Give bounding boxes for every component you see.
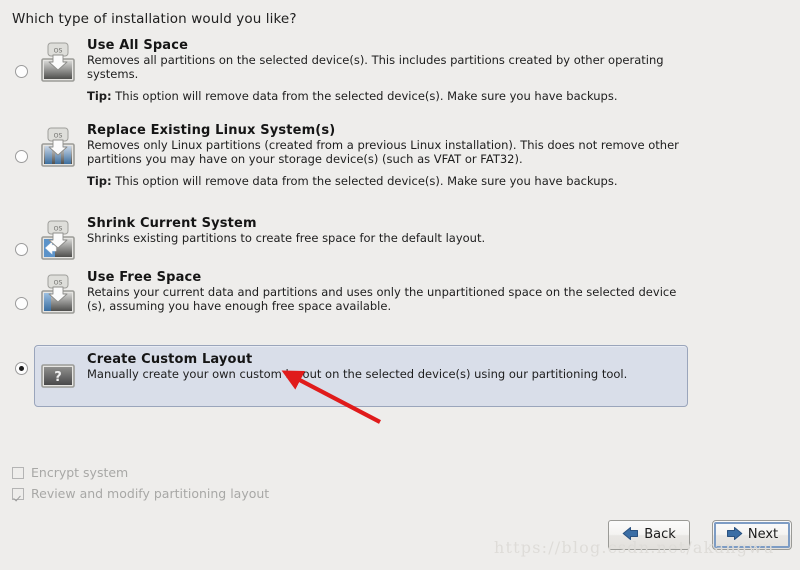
option-title: Replace Existing Linux System(s) (87, 123, 336, 138)
svg-text:OS: OS (54, 133, 63, 140)
option-tip-label: Tip: (87, 89, 112, 104)
os-replace-linux-icon: OS (39, 127, 79, 169)
checkbox-label-review-modify-partitioning: Review and modify partitioning layout (31, 486, 270, 501)
option-tip: Tip: This option will remove data from t… (87, 89, 683, 104)
option-description: Manually create your own custom layout o… (87, 367, 628, 381)
option-text-create-custom-layout: Create Custom Layout Manually create your… (87, 352, 683, 382)
svg-text:OS: OS (54, 280, 63, 287)
svg-text:OS: OS (54, 226, 63, 233)
option-tip-text: This option will remove data from the se… (111, 89, 618, 104)
option-description: Removes all partitions on the selected d… (87, 53, 664, 81)
radio-use-free-space[interactable] (15, 297, 28, 310)
option-panel-replace-existing-linux[interactable]: OS Replace Existing Linux System(s) Remove… (34, 118, 688, 196)
option-tip: Tip: This option will remove data from t… (87, 174, 683, 189)
option-description: Shrinks existing partitions to create fr… (87, 231, 486, 245)
option-text-use-all-space: Use All Space Removes all partitions on t… (87, 38, 683, 104)
option-title: Shrink Current System (87, 216, 257, 231)
option-title: Create Custom Layout (87, 352, 253, 367)
radio-use-all-space[interactable] (15, 65, 28, 78)
os-free-space-icon: OS (39, 274, 79, 316)
installation-option-use-all-space[interactable]: OS Use All Space Removes all partitions on… (0, 33, 800, 111)
radio-create-custom-layout[interactable] (15, 362, 28, 375)
watermark-text: https://blog.csdn.net/akangwu (494, 538, 775, 557)
option-description: Removes only Linux partitions (created f… (87, 138, 679, 166)
checkbox-row-encrypt-system: Encrypt system (12, 462, 269, 483)
option-text-replace-existing-linux: Replace Existing Linux System(s) Removes … (87, 123, 683, 189)
option-title: Use Free Space (87, 270, 202, 285)
option-text-use-free-space: Use Free Space Retains your current data … (87, 270, 683, 313)
os-badge: OS (47, 42, 69, 57)
installation-type-screen: Which type of installation would you lik… (0, 0, 800, 570)
option-description: Retains your current data and partitions… (87, 285, 677, 313)
os-badge: OS (47, 127, 69, 142)
installation-option-replace-existing-linux[interactable]: OS Replace Existing Linux System(s) Remove… (0, 118, 800, 196)
svg-text:?: ? (54, 370, 62, 385)
option-panel-use-all-space[interactable]: OS Use All Space Removes all partitions on… (34, 33, 688, 111)
checkbox-row-review-modify-partitioning: Review and modify partitioning layout (12, 483, 269, 504)
os-badge: OS (47, 220, 69, 235)
option-panel-use-free-space[interactable]: OS Use Free Space Retains your current dat… (34, 265, 688, 323)
option-text-shrink-current-system: Shrink Current System Shrinks existing pa… (87, 216, 683, 246)
os-shrink-icon: OS (39, 220, 79, 262)
page-title: Which type of installation would you lik… (12, 11, 297, 27)
option-title: Use All Space (87, 38, 189, 53)
option-tip-label: Tip: (87, 174, 112, 189)
question-mark-disk-icon: ? (39, 356, 79, 398)
option-tip-text: This option will remove data from the se… (111, 174, 618, 189)
os-badge: OS (47, 274, 69, 289)
svg-text:OS: OS (54, 48, 63, 55)
additional-options-group: Encrypt system Review and modify partitio… (12, 462, 269, 504)
radio-shrink-current-system[interactable] (15, 243, 28, 256)
option-panel-create-custom-layout[interactable]: ? Create Custom Layout Manually create you… (34, 345, 688, 407)
installation-option-shrink-current-system[interactable]: OS Shrink Current System Shrinks existing … (0, 211, 800, 269)
checkbox-encrypt-system (12, 466, 24, 479)
installation-option-create-custom-layout[interactable]: ? Create Custom Layout Manually create you… (0, 345, 800, 407)
installation-option-use-free-space[interactable]: OS Use Free Space Retains your current dat… (0, 265, 800, 323)
option-panel-shrink-current-system[interactable]: OS Shrink Current System Shrinks existing … (34, 211, 688, 269)
checkbox-review-modify-partitioning (12, 487, 24, 500)
os-install-all-icon: OS (39, 42, 79, 84)
checkbox-label-encrypt-system: Encrypt system (31, 465, 129, 480)
radio-replace-existing-linux[interactable] (15, 150, 28, 163)
